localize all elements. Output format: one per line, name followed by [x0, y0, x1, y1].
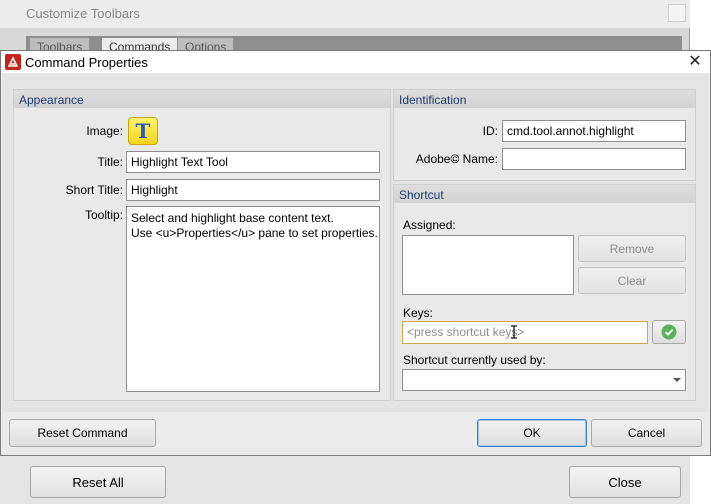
tooltip-label: Tooltip:	[84, 208, 123, 222]
reset-command-button[interactable]: Reset Command	[9, 419, 156, 447]
short-title-field[interactable]: Highlight	[126, 179, 380, 201]
close-button[interactable]: Close	[569, 466, 681, 498]
short-title-label: Short Title:	[65, 183, 123, 197]
app-logo-icon	[5, 54, 21, 70]
ok-label: OK	[523, 426, 541, 440]
image-glyph: T	[135, 119, 151, 143]
shortcut-keys-input[interactable]: <press shortcut keys>	[402, 321, 648, 344]
remove-label: Remove	[609, 241, 655, 256]
tooltip-textarea[interactable]: Select and highlight base content text. …	[126, 206, 380, 392]
apply-shortcut-button[interactable]	[652, 320, 686, 344]
reset-all-button[interactable]: Reset All	[30, 466, 166, 498]
cancel-label: Cancel	[627, 426, 666, 440]
title-label: Title:	[97, 155, 123, 169]
customize-toolbars-close-button[interactable]	[668, 4, 686, 22]
image-label: Image:	[86, 124, 123, 138]
text-cursor-icon	[511, 325, 517, 339]
ok-button[interactable]: OK	[477, 419, 587, 447]
shortcut-header: Shortcut	[394, 185, 695, 203]
identification-panel: Identification ID: cmd.tool.annot.highli…	[393, 89, 696, 181]
dialog-titlebar: Command Properties ✕	[1, 51, 710, 73]
tooltip-line: Select and highlight base content text.	[131, 211, 334, 225]
customize-toolbars-titlebar: Customize Toolbars	[0, 0, 690, 28]
shortcut-panel: Shortcut Assigned: Remove Clear Keys: <p…	[393, 184, 696, 401]
adobe-name-field[interactable]	[502, 148, 686, 170]
customize-toolbars-title: Customize Toolbars	[26, 6, 140, 21]
dialog-footer: Reset Command OK Cancel	[1, 413, 710, 455]
reset-all-label: Reset All	[72, 474, 124, 490]
dialog-title: Command Properties	[25, 55, 148, 70]
tooltip-line: Use <u>Properties</u> pane to set proper…	[131, 226, 378, 240]
command-properties-dialog: Command Properties ✕ Appearance Image: T…	[0, 50, 711, 456]
remove-button[interactable]: Remove	[578, 235, 686, 262]
reset-command-label: Reset Command	[37, 426, 128, 440]
id-field[interactable]: cmd.tool.annot.highlight	[502, 120, 686, 142]
appearance-panel: Appearance Image: T Title: Highlight Tex…	[13, 89, 391, 401]
close-label: Close	[608, 474, 642, 490]
appearance-header: Appearance	[14, 90, 390, 108]
clear-label: Clear	[617, 273, 647, 288]
chevron-down-icon	[673, 378, 681, 382]
dialog-body: Appearance Image: T Title: Highlight Tex…	[3, 74, 708, 412]
title-field[interactable]: Highlight Text Tool	[126, 151, 380, 173]
id-label: ID:	[482, 124, 498, 138]
identification-header: Identification	[394, 90, 695, 108]
keys-label: Keys:	[403, 306, 434, 320]
adobe-name-label: Adobe© Name:	[415, 152, 498, 166]
highlight-text-tool-icon[interactable]: T	[128, 117, 158, 145]
cancel-button[interactable]: Cancel	[591, 419, 702, 447]
dialog-close-icon[interactable]: ✕	[683, 51, 707, 73]
checkmark-icon	[661, 324, 677, 340]
shortcut-used-by-select[interactable]	[402, 369, 686, 391]
clear-button[interactable]: Clear	[578, 267, 686, 294]
assigned-label: Assigned:	[403, 218, 456, 232]
used-by-label: Shortcut currently used by:	[403, 353, 546, 367]
assigned-shortcuts-list[interactable]	[402, 235, 574, 295]
